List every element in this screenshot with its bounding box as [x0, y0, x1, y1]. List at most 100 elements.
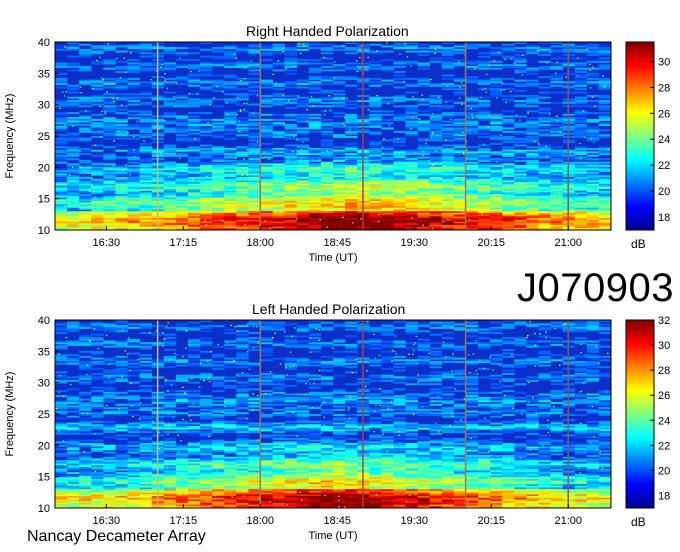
spectrogram-cell: [490, 185, 503, 188]
spectrogram-cell: [538, 48, 551, 51]
noise-speck: [579, 142, 581, 145]
spectrogram-cell: [91, 386, 104, 389]
spectrogram-cell: [296, 166, 310, 169]
spectrogram-cell: [526, 212, 539, 215]
noise-speck: [231, 174, 233, 176]
spectrogram-cell: [91, 180, 104, 183]
spectrogram-cell: [260, 180, 273, 183]
spectrogram-cell: [236, 197, 249, 200]
spectrogram-cell: [212, 408, 225, 411]
spectrogram-cell: [574, 105, 588, 108]
spectrogram-cell: [393, 178, 406, 181]
spectrogram-cell: [490, 202, 503, 205]
spectrogram-cell: [478, 177, 491, 180]
spectrogram-cell: [187, 338, 201, 341]
spectrogram-cell: [598, 115, 612, 118]
spectrogram-cell: [405, 187, 418, 190]
spectrogram-cell: [115, 359, 128, 362]
spectrogram-cell: [91, 390, 104, 393]
spectrogram-cell: [405, 60, 418, 63]
noise-speck: [497, 213, 500, 215]
noise-speck: [213, 126, 215, 128]
noise-speck: [243, 184, 246, 186]
spectrogram-cell: [91, 188, 104, 191]
spectrogram-cell: [224, 129, 237, 132]
noise-speck: [552, 217, 554, 219]
spectrogram-cell: [115, 378, 128, 381]
spectrogram-cell: [429, 101, 443, 104]
spectrogram-cell: [490, 151, 503, 154]
noise-speck: [343, 97, 345, 99]
spectrogram-cell: [429, 161, 443, 164]
spectrogram-cell: [502, 400, 515, 403]
spectrogram-cell: [405, 183, 418, 186]
spectrogram-cell: [103, 359, 116, 362]
spectrogram-cell: [79, 218, 92, 221]
noise-speck: [99, 105, 102, 108]
spectrogram-cell: [441, 188, 455, 191]
spectrogram-cell: [91, 79, 104, 82]
spectrogram-cell: [502, 137, 515, 140]
spectrogram-cell: [490, 175, 503, 178]
spectrogram-cell: [490, 47, 503, 50]
noise-speck: [503, 89, 505, 91]
spectrogram-cell: [248, 93, 261, 96]
noise-speck: [239, 130, 241, 133]
spectrogram-cell: [284, 362, 298, 365]
noise-speck: [130, 52, 132, 54]
spectrogram-cell: [574, 372, 588, 375]
spectrogram-cell: [586, 362, 600, 365]
spectrogram-cell: [417, 84, 430, 87]
spectrogram-cell: [441, 151, 455, 154]
spectrogram-cell: [550, 50, 563, 53]
noise-speck: [603, 188, 605, 190]
noise-speck: [100, 136, 102, 138]
spectrogram-cell: [296, 379, 310, 382]
spectrogram-cell: [502, 50, 515, 53]
spectrogram-cell: [453, 357, 467, 360]
spectrogram-cell: [478, 110, 491, 113]
spectrogram-cell: [91, 96, 104, 99]
spectrogram-cell: [224, 343, 237, 346]
spectrogram-cell: [127, 180, 140, 183]
spectrogram-cell: [284, 168, 298, 171]
spectrogram-cell: [236, 204, 249, 207]
spectrogram-cell: [538, 340, 551, 343]
noise-speck: [430, 179, 433, 182]
noise-speck: [342, 45, 344, 47]
spectrogram-cell: [212, 165, 225, 168]
noise-speck: [461, 211, 464, 213]
spectrogram-cell: [272, 323, 285, 326]
spectrogram-cell: [55, 212, 68, 215]
spectrogram-cell: [429, 352, 443, 355]
spectrogram-cell: [550, 395, 563, 398]
spectrogram-cell: [550, 207, 563, 210]
spectrogram-cell: [248, 197, 261, 200]
spectrogram-cell: [284, 130, 298, 133]
spectrogram-cell: [163, 192, 177, 195]
spectrogram-cell: [538, 124, 551, 127]
spectrogram-cell: [272, 136, 285, 139]
spectrogram-cell: [272, 185, 285, 188]
spectrogram-cell: [465, 195, 479, 198]
spectrogram-cell: [67, 177, 80, 180]
spectrogram-cell: [441, 129, 455, 132]
spectrogram-cell: [91, 171, 104, 174]
spectrogram-cell: [405, 199, 418, 202]
spectrogram-cell: [272, 173, 285, 176]
spectrogram-cell: [441, 325, 455, 328]
spectrogram-cell: [139, 166, 152, 169]
noise-speck: [397, 138, 399, 140]
spectrogram-cell: [103, 59, 116, 62]
spectrogram-cell: [333, 170, 346, 173]
spectrogram-cell: [224, 100, 237, 103]
spectrogram-cell: [187, 52, 201, 55]
spectrogram-cell: [478, 178, 491, 181]
spectrogram-cell: [187, 202, 201, 205]
spectrogram-cell: [333, 103, 346, 106]
spectrogram-cell: [405, 325, 418, 328]
spectrogram-cell: [103, 223, 116, 226]
spectrogram-cell: [187, 100, 201, 103]
spectrogram-cell: [248, 383, 261, 386]
spectrogram-cell: [538, 214, 551, 217]
